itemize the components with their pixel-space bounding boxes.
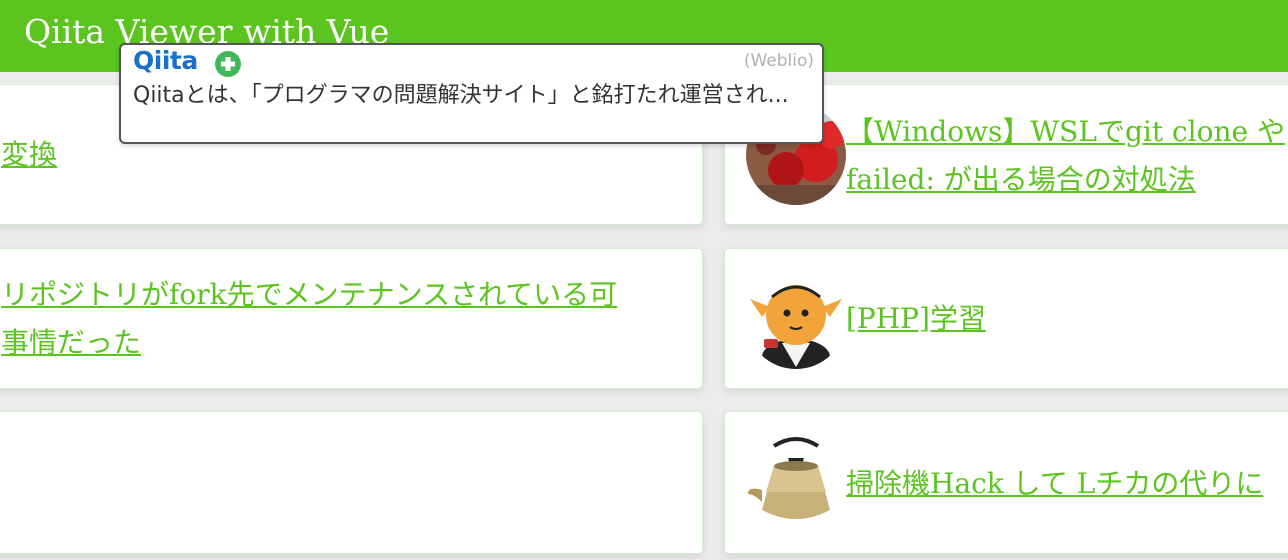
- teapot-icon: [746, 432, 846, 532]
- article-title-link[interactable]: 事情だった: [1, 319, 141, 367]
- plus-circle-icon[interactable]: [214, 50, 242, 78]
- popup-description: Qiitaとは、「プログラマの問題解決サイト」と銘打たれ運営され...: [133, 83, 789, 108]
- cartoon-character-icon: [746, 269, 846, 369]
- author-avatar[interactable]: [746, 432, 846, 532]
- popup-source: (Weblio): [743, 51, 814, 71]
- qiita-logo: Qiita: [133, 46, 198, 75]
- article-card[interactable]: リポジトリがfork先でメンテナンスされている可 事情だった: [0, 248, 703, 389]
- article-title-link[interactable]: 掃除機Hack して Lチカの代りに: [846, 460, 1263, 508]
- article-title-link[interactable]: 変換: [1, 131, 57, 179]
- article-title-link[interactable]: failed: が出る場合の対処法: [846, 156, 1196, 204]
- weblio-popup[interactable]: Qiita (Weblio) Qiitaとは、「プログラマの問題解決サイト」と銘…: [119, 43, 824, 144]
- article-card[interactable]: [PHP]学習: [724, 248, 1288, 389]
- article-title-link[interactable]: 【Windows】WSLでgit clone や: [846, 108, 1285, 156]
- article-card[interactable]: 掃除機Hack して Lチカの代りに: [724, 411, 1288, 554]
- article-title-link[interactable]: [PHP]学習: [846, 295, 986, 343]
- article-card[interactable]: [0, 411, 703, 554]
- article-title-link[interactable]: リポジトリがfork先でメンテナンスされている可: [1, 271, 617, 319]
- author-avatar[interactable]: [746, 269, 846, 369]
